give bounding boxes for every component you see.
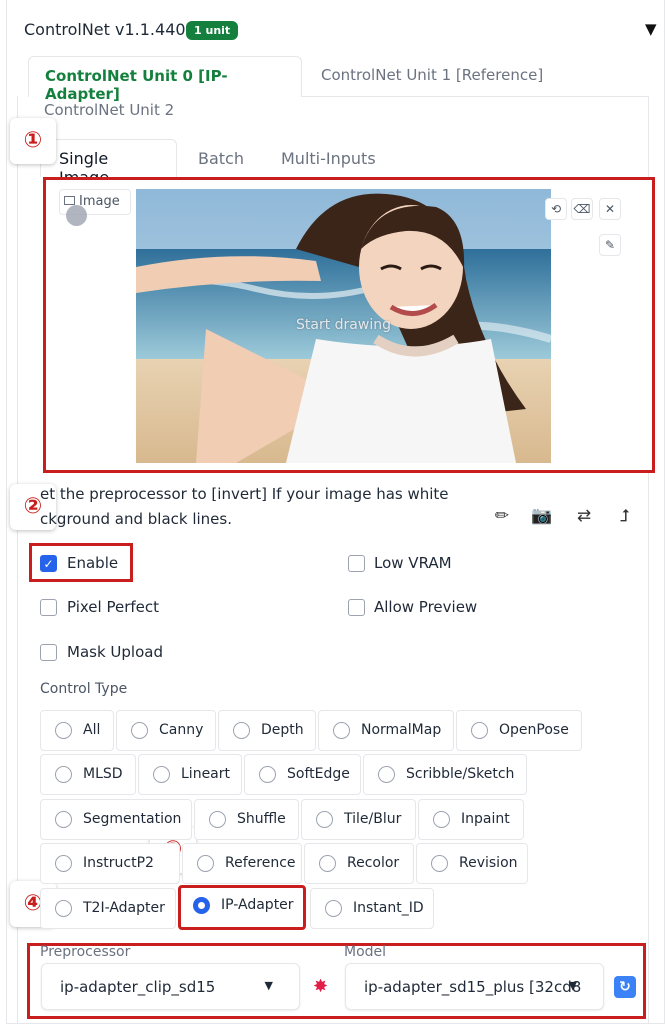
preprocessor-hint: et the preprocessor to [invert] If your …	[40, 485, 449, 528]
model-select[interactable]: ip-adapter_sd15_plus [32cd8 ▼	[345, 963, 604, 1010]
close-icon[interactable]: ✕	[599, 198, 621, 220]
brush-icon[interactable]: ✎	[599, 234, 621, 256]
radio-canny[interactable]: Canny	[116, 710, 216, 751]
refresh-icon[interactable]: ↻	[614, 976, 636, 998]
mask-upload-label: Mask Upload	[67, 643, 163, 661]
radio-instant-id[interactable]: Instant_ID	[310, 888, 434, 929]
radio-scribble-sketch[interactable]: Scribble/Sketch	[363, 754, 527, 795]
radio-openpose[interactable]: OpenPose	[456, 710, 582, 751]
radio-mlsd[interactable]: MLSD	[40, 754, 136, 795]
radio-depth[interactable]: Depth	[218, 710, 316, 751]
pixel-perfect-checkbox[interactable]	[40, 599, 57, 616]
radio-segmentation[interactable]: Segmentation	[40, 799, 192, 840]
radio-shuffle[interactable]: Shuffle	[194, 799, 299, 840]
tab-single-image[interactable]: Single Image	[40, 139, 177, 187]
undo-icon[interactable]: ⟲	[545, 198, 567, 220]
model-label: Model	[344, 944, 387, 960]
pixel-perfect-label: Pixel Perfect	[67, 598, 160, 616]
radio-t2i-adapter[interactable]: T2I-Adapter	[40, 888, 176, 929]
tab-unit-2[interactable]: ControlNet Unit 2	[44, 101, 174, 119]
preprocessor-select[interactable]: ip-adapter_clip_sd15 ▼	[41, 963, 300, 1010]
radio-instructp2p[interactable]: InstructP2	[40, 843, 180, 884]
unit-count-badge: 1 unit	[186, 21, 239, 40]
radio-tile-blur[interactable]: Tile/Blur	[301, 799, 416, 840]
radio-inpaint[interactable]: Inpaint	[418, 799, 524, 840]
panel-title: ControlNet v1.1.440	[24, 20, 186, 39]
image-icon	[64, 196, 75, 205]
low-vram-label: Low VRAM	[374, 554, 452, 572]
tab-unit-1[interactable]: ControlNet Unit 1 [Reference]	[321, 66, 543, 84]
radio-softedge[interactable]: SoftEdge	[244, 754, 361, 795]
radio-all[interactable]: All	[40, 710, 114, 751]
control-type-label: Control Type	[40, 681, 128, 697]
allow-preview-checkbox[interactable]	[348, 599, 365, 616]
tab-batch[interactable]: Batch	[198, 149, 244, 168]
preprocessor-label: Preprocessor	[40, 944, 131, 960]
marker-1: ①	[10, 118, 56, 164]
enable-label: Enable	[67, 554, 119, 572]
enable-checkbox[interactable]: ✓	[40, 555, 57, 572]
triangle-down-icon[interactable]: ▼	[645, 20, 657, 38]
eraser-icon[interactable]: ⌫	[571, 198, 593, 220]
tab-multi-inputs[interactable]: Multi-Inputs	[281, 149, 376, 168]
send-up-icon[interactable]: ⮥	[607, 497, 643, 535]
info-icon	[66, 205, 87, 226]
edit-icon[interactable]: ✏	[484, 497, 520, 535]
radio-normalmap[interactable]: NormalMap	[318, 710, 454, 751]
radio-reference[interactable]: Reference	[182, 843, 302, 884]
radio-recolor[interactable]: Recolor	[304, 843, 414, 884]
run-preprocessor-icon[interactable]: ✸	[313, 976, 328, 997]
radio-ip-adapter[interactable]: IP-Adapter	[178, 885, 306, 930]
low-vram-checkbox[interactable]	[348, 555, 365, 572]
swap-icon[interactable]: ⇄	[566, 497, 602, 535]
tab-unit-0[interactable]: ControlNet Unit 0 [IP-Adapter]	[28, 56, 302, 103]
radio-lineart[interactable]: Lineart	[138, 754, 242, 795]
chevron-down-icon: ▼	[568, 979, 577, 992]
allow-preview-label: Allow Preview	[374, 598, 478, 616]
start-drawing-hint: Start drawing	[296, 317, 391, 333]
radio-revision[interactable]: Revision	[416, 843, 528, 884]
mask-upload-checkbox[interactable]	[40, 644, 57, 661]
chevron-down-icon: ▼	[264, 979, 273, 992]
camera-icon[interactable]: 📷	[524, 497, 560, 535]
